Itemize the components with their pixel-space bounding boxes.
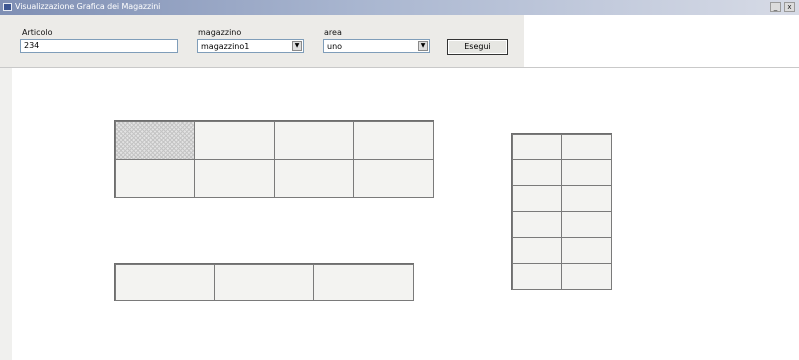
title-bar: Visualizzazione Grafica dei Magazzini _ …: [0, 0, 799, 15]
storage-cell[interactable]: [511, 159, 562, 187]
minimize-icon: _: [773, 3, 778, 11]
window-icon: [3, 3, 12, 11]
storage-cell[interactable]: [114, 158, 195, 198]
storage-cell[interactable]: [561, 133, 612, 161]
magazzino-label: magazzino: [198, 28, 242, 37]
filter-toolbar: Articolo 234 magazzino magazzino1 ▼ area…: [0, 15, 524, 68]
storage-cell[interactable]: [213, 263, 315, 301]
area-label: area: [324, 28, 342, 37]
window-title: Visualizzazione Grafica dei Magazzini: [15, 2, 161, 11]
storage-cell[interactable]: [511, 133, 562, 161]
area-value: uno: [327, 42, 343, 51]
storage-cell[interactable]: [194, 120, 275, 160]
storage-cell[interactable]: [511, 185, 562, 212]
storage-cell[interactable]: [353, 158, 434, 198]
articolo-label: Articolo: [22, 28, 53, 37]
storage-cell[interactable]: [273, 158, 354, 198]
toolbar-divider: [0, 67, 799, 68]
storage-cell[interactable]: [561, 262, 612, 290]
storage-cell[interactable]: [511, 236, 562, 264]
storage-cell[interactable]: [511, 211, 562, 238]
area-select[interactable]: uno ▼: [323, 39, 430, 53]
rack-b: [114, 263, 414, 301]
storage-cell[interactable]: [114, 263, 215, 301]
storage-cell[interactable]: [353, 120, 434, 160]
storage-cell[interactable]: [561, 159, 612, 187]
storage-cell[interactable]: [194, 158, 275, 198]
chevron-down-icon[interactable]: ▼: [418, 41, 428, 51]
chevron-down-icon[interactable]: ▼: [292, 41, 302, 51]
storage-cell[interactable]: [313, 263, 414, 301]
storage-cell[interactable]: [561, 236, 612, 264]
close-button[interactable]: x: [784, 2, 795, 12]
storage-cell[interactable]: [561, 211, 612, 238]
minimize-button[interactable]: _: [770, 2, 781, 12]
magazzino-select[interactable]: magazzino1 ▼: [197, 39, 304, 53]
storage-cell[interactable]: [273, 120, 354, 160]
storage-cell[interactable]: [511, 262, 562, 290]
execute-button[interactable]: Esegui: [447, 39, 508, 55]
rack-c: [511, 133, 612, 290]
canvas-left-edge: [0, 68, 12, 360]
storage-cell[interactable]: [561, 185, 612, 212]
close-icon: x: [787, 3, 792, 11]
rack-a: [114, 120, 434, 198]
storage-cell-occupied[interactable]: [114, 120, 195, 160]
articolo-input[interactable]: 234: [20, 39, 178, 53]
magazzino-value: magazzino1: [201, 42, 250, 51]
